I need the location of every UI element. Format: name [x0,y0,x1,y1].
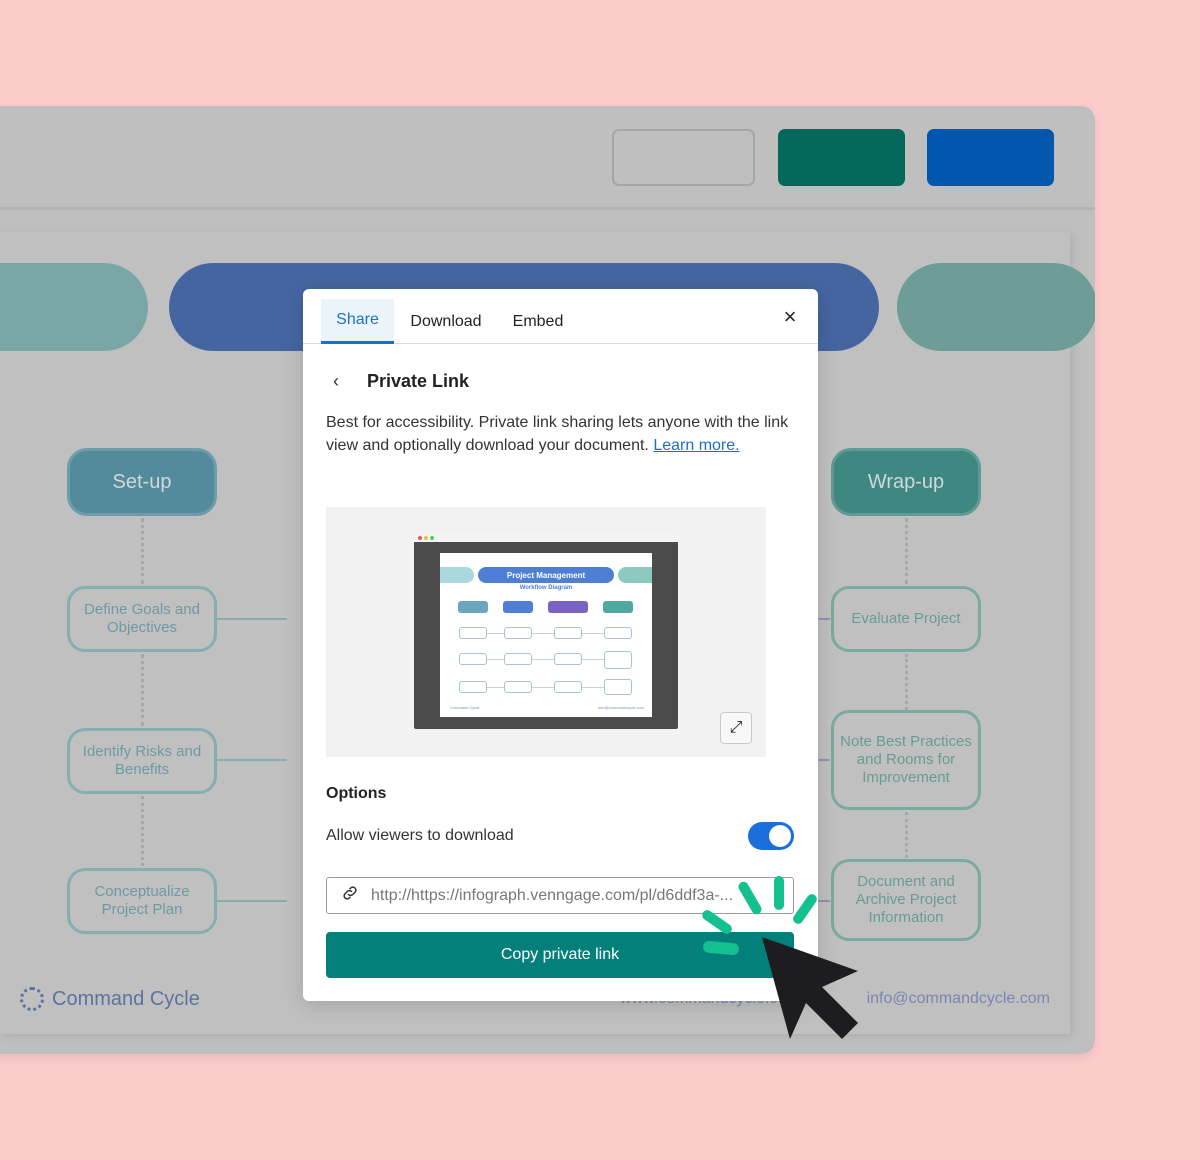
back-chevron-icon[interactable]: ‹ [333,371,353,392]
thumb-subtitle: Workflow Diagram [519,585,573,591]
thumb-step [504,627,532,639]
window-dot-icon [430,536,434,540]
mouse-cursor-icon [762,937,858,1039]
link-icon [341,884,361,907]
thumb-phase [548,601,588,613]
header-pill-left [0,263,148,351]
toolbar-green-button[interactable] [778,129,905,186]
connector [217,759,287,761]
thumb-step [604,679,632,695]
connector [141,654,144,726]
modal-title: Private Link [367,371,470,391]
allow-download-label: Allow viewers to download [326,827,514,844]
private-link-field[interactable]: http://https://infograph.venngage.com/pl… [326,877,794,914]
thumb-step [459,627,487,639]
step-box: Document and Archive Project Information [831,859,981,941]
tab-share[interactable]: Share [321,299,394,344]
options-heading: Options [326,785,387,802]
thumb-pill [440,567,474,583]
step-box: Evaluate Project [831,586,981,652]
thumb-step [604,651,632,669]
thumb-line [470,633,620,634]
learn-more-link[interactable]: Learn more. [653,437,739,454]
tab-embed[interactable]: Embed [503,299,573,344]
thumb-step [504,681,532,693]
thumb-pill [618,567,652,583]
expand-icon[interactable]: ⤢ [720,712,752,744]
thumbnail-titlebar [414,534,678,542]
window-dot-icon [424,536,428,540]
tab-download[interactable]: Download [403,299,489,344]
phase-wrapup: Wrap-up [831,448,981,516]
allow-download-toggle[interactable] [748,822,794,850]
step-box: Identify Risks and Benefits [67,728,217,794]
connector [905,654,908,710]
cycle-icon [20,987,44,1011]
connector [217,618,287,620]
phase-setup: Set-up [67,448,217,516]
thumb-contact: info@commandcycle.com [598,705,644,710]
step-box: Define Goals and Objectives [67,586,217,652]
preview-thumbnail: Project Management Workflow Diagram Comm… [414,534,678,729]
step-box: Note Best Practices and Rooms for Improv… [831,710,981,810]
thumb-brand: Command Cycle [450,705,480,710]
thumb-title: Project Management [478,567,614,583]
share-modal: Share Download Embed × ‹ Private Link Be… [303,289,818,1001]
modal-description: Best for accessibility. Private link sha… [326,411,801,457]
thumb-phase [458,601,488,613]
document-preview: Project Management Workflow Diagram Comm… [326,507,766,757]
thumb-step [604,627,632,639]
copy-private-link-button[interactable]: Copy private link [326,932,794,978]
thumb-step [459,653,487,665]
private-link-value: http://https://infograph.venngage.com/pl… [371,886,734,904]
toolbar [0,106,1095,210]
thumbnail-page: Project Management Workflow Diagram Comm… [440,553,652,717]
connector [141,518,144,584]
header-pill-right [897,263,1095,351]
toolbar-outline-button[interactable] [612,129,755,186]
thumb-step [554,681,582,693]
thumb-step [554,653,582,665]
thumb-line [470,687,620,688]
step-box: Conceptualize Project Plan [67,868,217,934]
thumb-step [504,653,532,665]
toggle-knob [769,825,791,847]
window-dot-icon [418,536,422,540]
connector [217,900,287,902]
connector [141,796,144,866]
brand-logo: Command Cycle [20,987,200,1011]
connector [905,518,908,584]
connector [905,812,908,858]
modal-tabs: Share Download Embed × [303,289,818,344]
thumb-step [459,681,487,693]
toolbar-blue-button[interactable] [927,129,1054,186]
thumb-step [554,627,582,639]
thumb-line [470,659,620,660]
thumb-phase [603,601,633,613]
close-icon[interactable]: × [778,304,802,329]
contact-email: info@commandcycle.com [866,990,1050,1007]
brand-name: Command Cycle [52,987,200,1010]
sparkle-icon [774,876,784,910]
thumb-phase [503,601,533,613]
